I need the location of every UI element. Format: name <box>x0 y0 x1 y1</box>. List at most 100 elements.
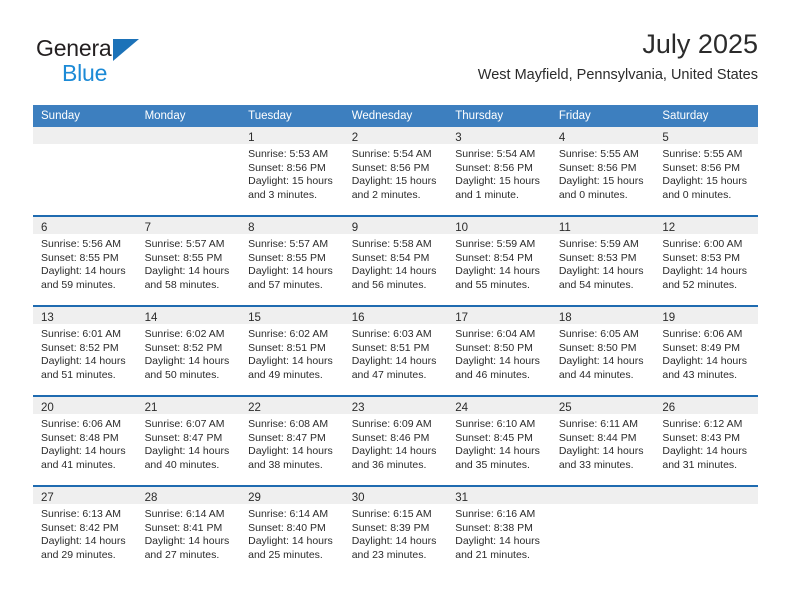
sunset-time: Sunset: 8:52 PM <box>144 341 223 354</box>
sunrise-time: Sunrise: 6:05 AM <box>558 328 639 340</box>
calendar-day-cell[interactable]: 23 Sunrise: 6:09 AM Sunset: 8:46 PM Dayligh… <box>343 395 448 486</box>
day-sun-info: Sunrise: 5:53 AM Sunset: 8:56 PM Daylight:… <box>240 144 344 202</box>
sunset-time: Sunset: 8:56 PM <box>351 161 430 174</box>
daylight-duration-line2: and 1 minute. <box>455 188 519 201</box>
day-sun-info: Sunrise: 6:04 AM Sunset: 8:50 PM Daylight:… <box>447 324 551 382</box>
sunrise-time: Sunrise: 6:13 AM <box>41 508 121 520</box>
calendar-day-cell[interactable]: 18 Sunrise: 6:05 AM Sunset: 8:50 PM Dayligh… <box>550 305 655 396</box>
daylight-duration-line2: and 0 minutes. <box>662 188 732 201</box>
calendar-day-cell[interactable]: 7 Sunrise: 5:57 AM Sunset: 8:55 PM Daylight… <box>136 215 241 306</box>
day-number-band: 28 <box>136 487 241 504</box>
day-cell-content <box>550 487 655 575</box>
calendar-day-cell[interactable]: 9 Sunrise: 5:58 AM Sunset: 8:54 PM Daylight… <box>343 215 448 306</box>
calendar-week-row: 27 Sunrise: 6:13 AM Sunset: 8:42 PM Dayligh… <box>33 485 758 575</box>
day-number: 17 <box>455 312 469 324</box>
daylight-duration-line2: and 38 minutes. <box>248 458 323 471</box>
sunrise-time: Sunrise: 6:08 AM <box>248 418 329 430</box>
day-sun-info: Sunrise: 6:10 AM Sunset: 8:45 PM Daylight:… <box>447 414 551 472</box>
sunset-time: Sunset: 8:47 PM <box>248 431 326 444</box>
daylight-duration-line2: and 33 minutes. <box>558 458 634 471</box>
calendar-day-cell[interactable]: 2 Sunrise: 5:54 AM Sunset: 8:56 PM Daylight… <box>343 127 448 216</box>
calendar-day-cell-empty <box>654 485 758 575</box>
day-number: 13 <box>41 312 54 324</box>
sunrise-time: Sunrise: 6:16 AM <box>455 508 536 520</box>
sunrise-time: Sunrise: 6:12 AM <box>662 418 743 430</box>
day-number-band: 24 <box>447 397 551 414</box>
day-sun-info: Sunrise: 6:06 AM Sunset: 8:48 PM Daylight:… <box>33 414 137 472</box>
day-cell-content: 26 Sunrise: 6:12 AM Sunset: 8:43 PM Dayligh… <box>654 397 758 485</box>
calendar-day-cell[interactable]: 1 Sunrise: 5:53 AM Sunset: 8:56 PM Daylight… <box>240 127 344 216</box>
calendar-day-cell[interactable]: 6 Sunrise: 5:56 AM Sunset: 8:55 PM Daylight… <box>33 215 137 306</box>
day-number-band: 16 <box>343 307 448 324</box>
calendar-day-cell[interactable]: 16 Sunrise: 6:03 AM Sunset: 8:51 PM Dayligh… <box>343 305 448 396</box>
day-number-band: 29 <box>240 487 344 504</box>
calendar-day-cell[interactable]: 5 Sunrise: 5:55 AM Sunset: 8:56 PM Daylight… <box>654 127 758 216</box>
day-number-band: 14 <box>136 307 241 324</box>
calendar-day-cell[interactable]: 14 Sunrise: 6:02 AM Sunset: 8:52 PM Dayligh… <box>136 305 241 396</box>
day-number-band: 22 <box>240 397 344 414</box>
daylight-duration-line2: and 44 minutes. <box>558 368 634 381</box>
day-number-band: 5 <box>654 127 758 144</box>
calendar-day-cell[interactable]: 19 Sunrise: 6:06 AM Sunset: 8:49 PM Dayligh… <box>654 305 758 396</box>
calendar-day-cell[interactable]: 3 Sunrise: 5:54 AM Sunset: 8:56 PM Daylight… <box>447 127 551 216</box>
sunrise-time: Sunrise: 6:01 AM <box>41 328 121 340</box>
daylight-duration-line2: and 25 minutes. <box>248 548 323 561</box>
calendar-day-cell[interactable]: 24 Sunrise: 6:10 AM Sunset: 8:45 PM Dayligh… <box>447 395 551 486</box>
day-cell-content: 23 Sunrise: 6:09 AM Sunset: 8:46 PM Dayligh… <box>343 397 448 485</box>
sunset-time: Sunset: 8:38 PM <box>455 521 533 534</box>
calendar-day-cell[interactable]: 21 Sunrise: 6:07 AM Sunset: 8:47 PM Dayligh… <box>136 395 241 486</box>
day-number: 30 <box>351 492 365 504</box>
daylight-duration-line1: Daylight: 15 hours <box>248 175 333 187</box>
daylight-duration-line1: Daylight: 14 hours <box>248 355 333 367</box>
day-number: 9 <box>351 222 359 234</box>
calendar-day-cell[interactable]: 17 Sunrise: 6:04 AM Sunset: 8:50 PM Dayligh… <box>447 305 551 396</box>
day-number-band: 31 <box>447 487 551 504</box>
day-cell-content: 13 Sunrise: 6:01 AM Sunset: 8:52 PM Dayligh… <box>33 307 137 395</box>
weekday-header-sunday: Sunday <box>33 105 137 127</box>
sunrise-time: Sunrise: 6:00 AM <box>662 238 743 250</box>
daylight-duration-line2: and 51 minutes. <box>41 368 116 381</box>
daylight-duration-line1: Daylight: 14 hours <box>351 535 437 547</box>
calendar-day-cell[interactable]: 22 Sunrise: 6:08 AM Sunset: 8:47 PM Dayligh… <box>240 395 344 486</box>
calendar-day-cell[interactable]: 20 Sunrise: 6:06 AM Sunset: 8:48 PM Dayligh… <box>33 395 137 486</box>
logo-triangle-icon <box>113 39 139 61</box>
calendar-day-cell[interactable]: 28 Sunrise: 6:14 AM Sunset: 8:41 PM Dayligh… <box>136 485 241 575</box>
calendar-day-cell[interactable]: 29 Sunrise: 6:14 AM Sunset: 8:40 PM Dayligh… <box>240 485 344 575</box>
logo-text-general: General <box>36 35 117 61</box>
daylight-duration-line1: Daylight: 14 hours <box>41 535 126 547</box>
calendar-day-cell[interactable]: 4 Sunrise: 5:55 AM Sunset: 8:56 PM Daylight… <box>550 127 655 216</box>
sunset-time: Sunset: 8:51 PM <box>351 341 430 354</box>
weekday-header-thursday: Thursday <box>447 105 551 127</box>
daylight-duration-line2: and 29 minutes. <box>41 548 116 561</box>
day-number-band: 7 <box>136 217 241 234</box>
day-number-band: 27 <box>33 487 137 504</box>
calendar-day-cell[interactable]: 30 Sunrise: 6:15 AM Sunset: 8:39 PM Dayligh… <box>343 485 448 575</box>
calendar-day-cell[interactable]: 8 Sunrise: 5:57 AM Sunset: 8:55 PM Daylight… <box>240 215 344 306</box>
calendar-day-cell[interactable]: 31 Sunrise: 6:16 AM Sunset: 8:38 PM Dayligh… <box>447 485 551 575</box>
calendar-day-cell[interactable]: 15 Sunrise: 6:02 AM Sunset: 8:51 PM Dayligh… <box>240 305 344 396</box>
day-number-band: 11 <box>550 217 655 234</box>
sunrise-time: Sunrise: 6:11 AM <box>558 418 638 430</box>
calendar-day-cell[interactable]: 26 Sunrise: 6:12 AM Sunset: 8:43 PM Dayligh… <box>654 395 758 486</box>
calendar-day-cell[interactable]: 13 Sunrise: 6:01 AM Sunset: 8:52 PM Dayligh… <box>33 305 137 396</box>
calendar-day-cell[interactable]: 12 Sunrise: 6:00 AM Sunset: 8:53 PM Dayligh… <box>654 215 758 306</box>
calendar-day-cell[interactable]: 10 Sunrise: 5:59 AM Sunset: 8:54 PM Dayligh… <box>447 215 551 306</box>
calendar-day-cell[interactable]: 25 Sunrise: 6:11 AM Sunset: 8:44 PM Dayligh… <box>550 395 655 486</box>
calendar-week-row: 20 Sunrise: 6:06 AM Sunset: 8:48 PM Dayligh… <box>33 395 758 486</box>
day-sun-info: Sunrise: 5:54 AM Sunset: 8:56 PM Daylight:… <box>344 144 448 202</box>
day-sun-info: Sunrise: 5:57 AM Sunset: 8:55 PM Daylight:… <box>137 234 241 292</box>
day-cell-content: 28 Sunrise: 6:14 AM Sunset: 8:41 PM Dayligh… <box>136 487 241 575</box>
day-number: 16 <box>351 312 365 324</box>
daylight-duration-line2: and 46 minutes. <box>455 368 530 381</box>
calendar-day-cell[interactable]: 11 Sunrise: 5:59 AM Sunset: 8:53 PM Dayligh… <box>550 215 655 306</box>
daylight-duration-line1: Daylight: 14 hours <box>558 265 644 277</box>
daylight-duration-line2: and 56 minutes. <box>351 278 427 291</box>
daylight-duration-line1: Daylight: 15 hours <box>455 175 540 187</box>
day-number: 31 <box>455 492 469 504</box>
general-blue-logo[interactable]: General Blue <box>33 28 233 88</box>
day-cell-content <box>136 127 241 215</box>
sunset-time: Sunset: 8:47 PM <box>144 431 223 444</box>
day-number: 29 <box>248 492 261 504</box>
day-number: 25 <box>558 402 572 414</box>
calendar-day-cell[interactable]: 27 Sunrise: 6:13 AM Sunset: 8:42 PM Dayligh… <box>33 485 137 575</box>
